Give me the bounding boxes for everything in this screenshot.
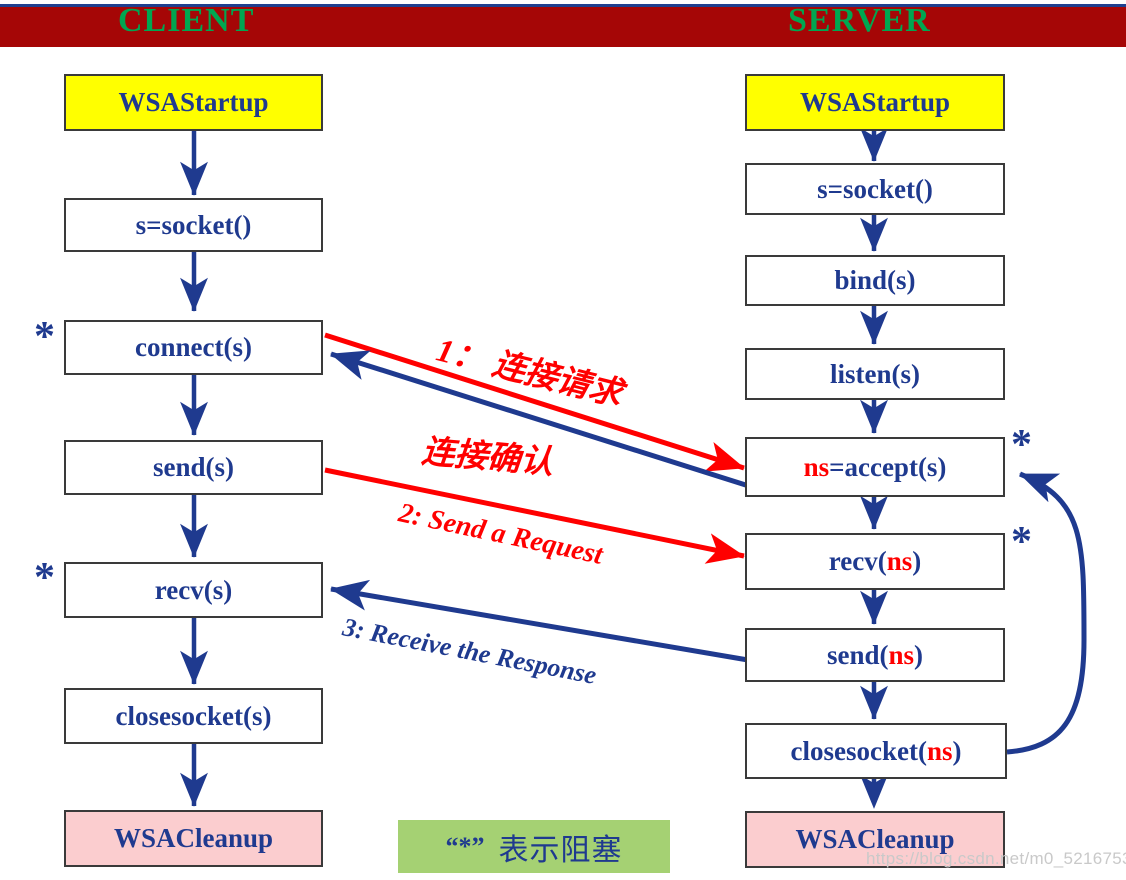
node-client-socket[interactable]: s=socket() xyxy=(64,198,323,252)
node-label: WSAStartup xyxy=(118,87,269,117)
node-server-wsastartup[interactable]: WSAStartup xyxy=(745,74,1005,131)
wire-server-accept-loop xyxy=(1006,471,1087,755)
node-label-post: =accept(s) xyxy=(829,451,947,482)
diagram-canvas: CLIENT SERVER WSAStartup s=socket() conn… xyxy=(0,0,1126,880)
node-server-closesocket[interactable]: closesocket(ns) xyxy=(745,723,1007,779)
node-label-highlight: ns xyxy=(926,735,953,766)
node-label-highlight: ns xyxy=(803,451,830,482)
node-label: listen(s) xyxy=(830,358,920,389)
node-label: s=socket() xyxy=(135,209,252,240)
node-label: bind(s) xyxy=(834,265,916,295)
node-server-socket[interactable]: s=socket() xyxy=(745,163,1005,215)
message-label-send-request: 2: Send a Request xyxy=(395,497,606,571)
node-client-connect[interactable]: connect(s) xyxy=(64,320,323,375)
header-server-label: SERVER xyxy=(788,2,931,39)
node-client-recv[interactable]: recv(s) xyxy=(64,562,323,618)
node-label-post: ) xyxy=(914,639,924,670)
blocking-marker-server-accept: * xyxy=(1011,422,1032,468)
node-label-pre: closesocket( xyxy=(790,735,927,766)
legend-description: 表示阻塞 xyxy=(498,832,623,868)
message-label-connect-request: 1： 连接请求 xyxy=(432,332,626,414)
node-label: WSAStartup xyxy=(799,87,951,117)
blocking-marker-server-recv: * xyxy=(1011,519,1032,565)
node-label: s=socket() xyxy=(817,173,933,204)
node-server-listen[interactable]: listen(s) xyxy=(745,348,1005,400)
node-server-bind[interactable]: bind(s) xyxy=(745,255,1005,306)
node-client-wsastartup[interactable]: WSAStartup xyxy=(64,74,323,131)
blocking-marker-client-recv: * xyxy=(34,555,55,601)
watermark-text: https://blog.csdn.net/m0_52167539 xyxy=(866,849,1126,868)
node-server-recv[interactable]: recv(ns) xyxy=(745,533,1005,590)
node-label-highlight: ns xyxy=(886,546,913,576)
node-label: closesocket(s) xyxy=(115,700,272,731)
legend-star-symbol: “*” xyxy=(445,831,485,861)
blocking-marker-client-connect: * xyxy=(34,314,55,360)
node-client-closesocket[interactable]: closesocket(s) xyxy=(64,688,323,744)
node-label: recv(s) xyxy=(154,574,233,605)
node-label-pre: send( xyxy=(826,639,889,670)
message-label-connect-confirm: 连接确认 xyxy=(420,434,555,482)
node-server-accept[interactable]: ns =accept(s) xyxy=(745,437,1005,497)
header-client-label: CLIENT xyxy=(118,2,255,39)
node-server-send[interactable]: send(ns) xyxy=(745,628,1005,682)
node-label-post: ) xyxy=(952,735,962,766)
node-label: send(s) xyxy=(152,452,234,482)
node-label: WSACleanup xyxy=(113,823,274,853)
node-label-post: ) xyxy=(912,546,922,576)
node-label-highlight: ns xyxy=(888,639,915,670)
node-label: connect(s) xyxy=(135,332,252,362)
message-label-receive-response: 3: Receive the Response xyxy=(340,612,599,690)
node-client-send[interactable]: send(s) xyxy=(64,440,323,495)
node-client-wsacleanup[interactable]: WSACleanup xyxy=(64,810,323,867)
node-label-pre: recv( xyxy=(828,546,887,576)
legend-box: “*” 表示阻塞 xyxy=(398,820,670,873)
